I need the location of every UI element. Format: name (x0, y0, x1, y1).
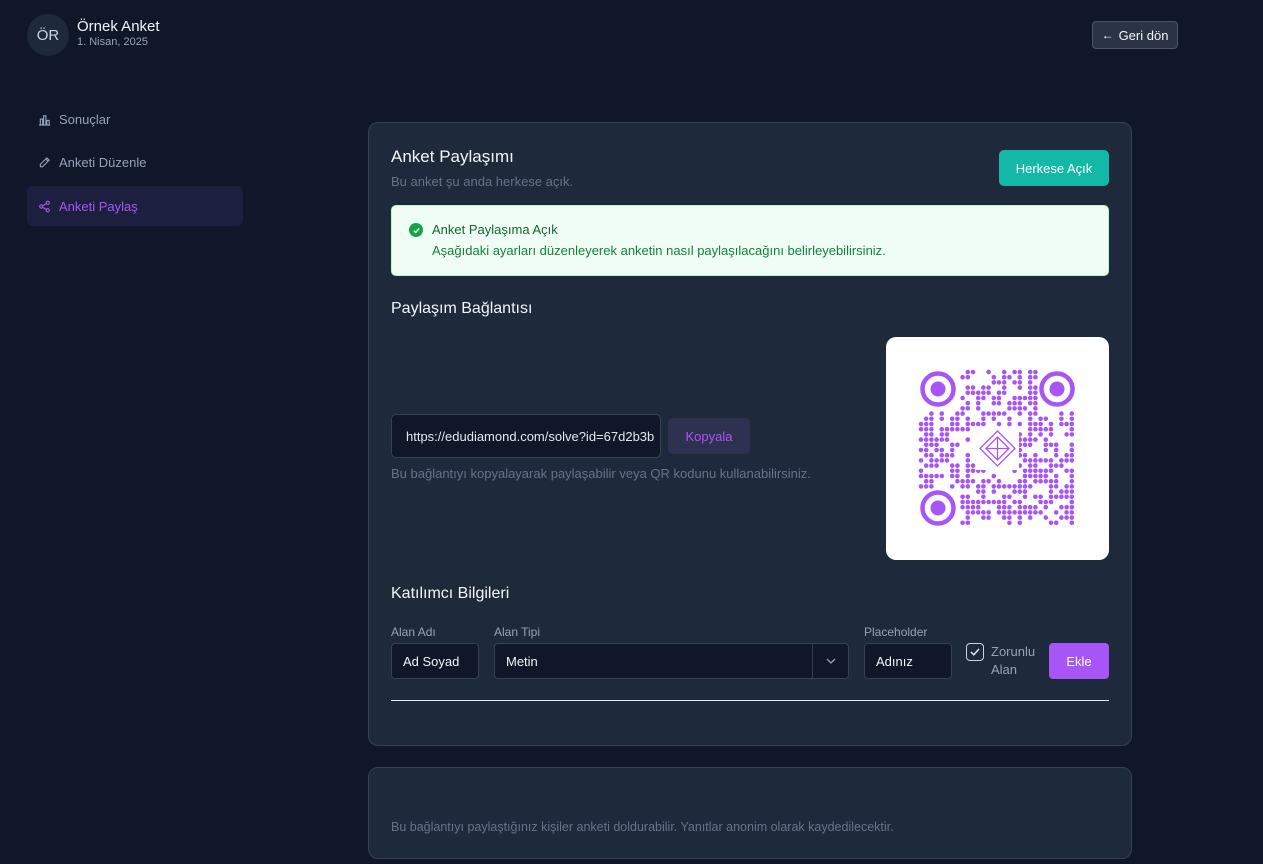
survey-date: 1. Nisan, 2025 (77, 36, 148, 48)
chart-icon (38, 114, 51, 126)
pencil-icon (39, 156, 50, 167)
qr-code (886, 337, 1109, 560)
check-circle-icon (409, 223, 423, 237)
field-type-value: Metin (506, 653, 538, 669)
sidebar-item-edit[interactable]: Anketi Düzenle (27, 142, 243, 182)
copy-button[interactable]: Kopyala (668, 418, 750, 454)
avatar: ÖR (27, 14, 69, 56)
add-field-button[interactable]: Ekle (1049, 643, 1109, 679)
sidebar-item-label: Anketi Düzenle (59, 154, 147, 170)
chevron-down-icon[interactable] (812, 643, 849, 679)
success-alert: Anket Paylaşıma Açık Aşağıdaki ayarları … (391, 205, 1109, 276)
public-toggle-button[interactable]: Herkese Açık (999, 150, 1109, 186)
sidebar-item-label: Sonuçlar (59, 111, 111, 127)
share-icon (39, 200, 50, 212)
divider (391, 700, 1109, 701)
alert-description: Aşağıdaki ayarları düzenleyerek anketin … (432, 243, 886, 258)
link-section-title: Paylaşım Bağlantısı (391, 300, 533, 317)
survey-title: Örnek Anket (77, 18, 160, 35)
sidebar-item-label: Anketi Paylaş (59, 198, 138, 214)
check-icon (970, 648, 980, 656)
alert-title: Anket Paylaşıma Açık (432, 222, 558, 237)
field-name-label: Alan Adı (391, 625, 436, 639)
share-title: Anket Paylaşımı (391, 147, 514, 166)
sidebar-item-share[interactable]: Anketi Paylaş (27, 186, 243, 226)
required-label: Zorunlu Alan (991, 644, 1036, 677)
required-checkbox[interactable] (966, 643, 984, 661)
placeholder-input[interactable]: Adınız (864, 643, 952, 679)
field-type-select[interactable]: Metin (494, 643, 849, 679)
qr-code-icon (918, 369, 1075, 526)
footer-note: Bu bağlantıyı paylaştığınız kişiler anke… (391, 820, 894, 834)
sidebar-item-results[interactable]: Sonuçlar (27, 99, 243, 139)
link-hint: Bu bağlantıyı kopyalayarak paylaşabilir … (391, 466, 811, 481)
back-button-label: Geri dön (1118, 27, 1169, 43)
share-link-input[interactable]: https://edudiamond.com/solve?id=67d2b3b (391, 414, 661, 458)
placeholder-label: Placeholder (864, 625, 928, 639)
participant-title: Katılımcı Bilgileri (391, 585, 510, 602)
info-card (368, 767, 1132, 859)
field-type-label: Alan Tipi (494, 625, 541, 639)
back-button[interactable]: ← Geri dön (1092, 21, 1178, 49)
share-subtitle: Bu anket şu anda herkese açık. (391, 174, 574, 189)
arrow-left-icon: ← (1101, 28, 1114, 42)
field-name-input[interactable]: Ad Soyad (391, 643, 479, 679)
